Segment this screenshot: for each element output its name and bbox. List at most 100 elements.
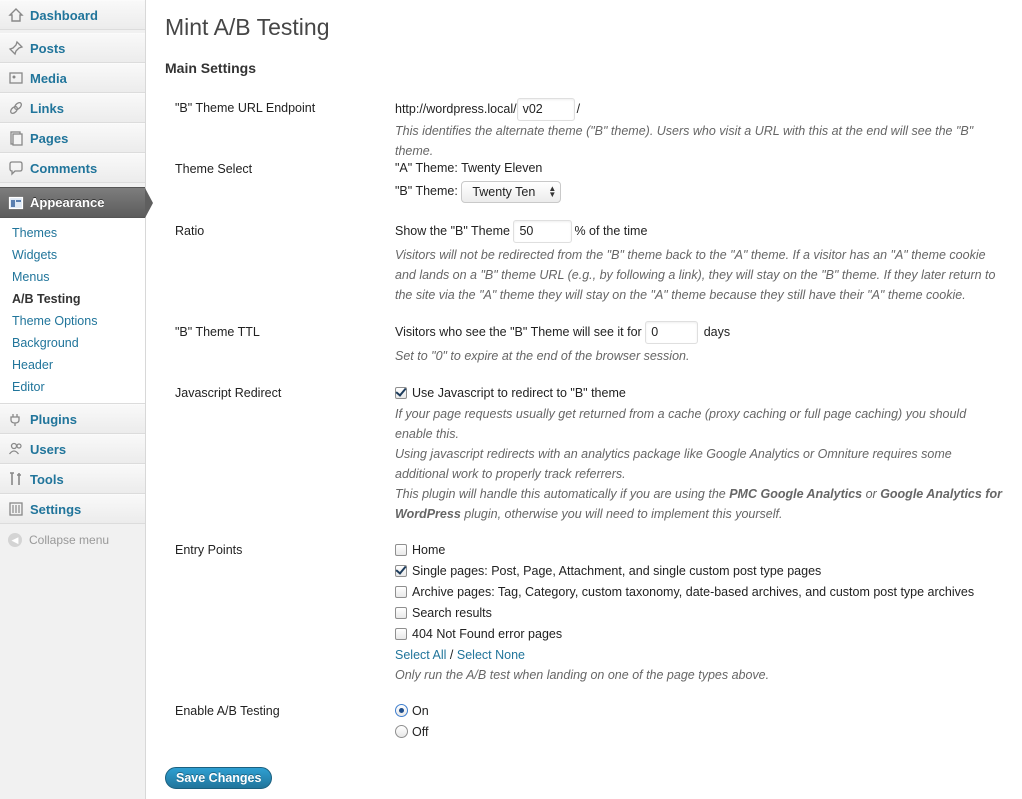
entry-checkbox[interactable] [395, 543, 407, 556]
submenu-menus[interactable]: Menus [0, 266, 145, 288]
menu-appearance[interactable]: Appearance [0, 187, 153, 218]
js-redirect-checkbox[interactable] [395, 386, 407, 399]
enable-off-radio[interactable] [395, 725, 408, 739]
menu-tools-label: Tools [30, 471, 64, 487]
dashboard-icon [8, 7, 24, 23]
ratio-label: Ratio [175, 224, 205, 238]
submenu-editor[interactable]: Editor [0, 376, 145, 398]
comment-bubble-icon [8, 160, 24, 176]
enable-option-on[interactable]: On [395, 701, 1005, 722]
menu-pages[interactable]: Pages [0, 123, 145, 153]
js-redirect-desc-plugin: This plugin will handle this automatical… [395, 484, 1005, 524]
enable-option-off[interactable]: Off [395, 722, 1005, 743]
js-redirect-option[interactable]: Use Javascript to redirect to "B" theme [395, 383, 1005, 404]
submenu-header[interactable]: Header [0, 354, 145, 376]
menu-links[interactable]: Links [0, 93, 145, 123]
menu-dashboard-label: Dashboard [30, 7, 98, 23]
entry-points-field: Home Single pages: Post, Page, Attachmen… [395, 540, 1005, 685]
menu-plugins-label: Plugins [30, 411, 77, 427]
submenu-ab-testing[interactable]: A/B Testing [0, 288, 145, 310]
menu-comments-label: Comments [30, 160, 98, 176]
endpoint-suffix: / [576, 101, 581, 116]
ratio-suffix: % of the time [574, 223, 648, 238]
link-icon [8, 100, 24, 116]
ratio-input[interactable]: 50 [513, 220, 573, 243]
theme-select-label: Theme Select [175, 162, 253, 176]
entry-checkbox[interactable] [395, 585, 407, 598]
entry-option-label: Home [412, 543, 446, 557]
entry-option-single[interactable]: Single pages: Post, Page, Attachment, an… [395, 561, 1005, 582]
menu-pages-label: Pages [30, 130, 69, 146]
admin-sidebar: Dashboard Posts Media Links Pages Commen… [0, 0, 153, 799]
desc-text: or [862, 487, 881, 501]
desc-plugin-name: PMC Google Analytics [729, 487, 863, 501]
entry-option-archive[interactable]: Archive pages: Tag, Category, custom tax… [395, 582, 1005, 603]
collapse-arrow-icon: ◀ [8, 533, 22, 547]
entry-option-label: Single pages: Post, Page, Attachment, an… [412, 564, 822, 578]
entry-checkbox[interactable] [395, 606, 407, 619]
menu-plugins[interactable]: Plugins [0, 404, 145, 434]
theme-select-field: "A" Theme: Twenty Eleven "B" Theme: Twen… [395, 158, 1005, 203]
submenu-widgets[interactable]: Widgets [0, 244, 145, 266]
menu-users-label: Users [30, 441, 67, 457]
endpoint-input[interactable]: v02 [516, 98, 575, 121]
menu-users[interactable]: Users [0, 434, 145, 464]
save-changes-button[interactable]: Save Changes [165, 767, 273, 789]
menu-posts[interactable]: Posts [0, 33, 145, 63]
b-theme-select[interactable]: Twenty Ten ▲ ▼ [461, 180, 562, 203]
select-all-link[interactable]: Select All [395, 648, 446, 662]
enable-label: Enable A/B Testing [175, 704, 280, 718]
page-title: Mint A/B Testing [165, 14, 330, 40]
submenu-background[interactable]: Background [0, 332, 145, 354]
select-none-link[interactable]: Select None [457, 648, 525, 662]
pages-icon [8, 130, 24, 146]
endpoint-description: This identifies the alternate theme ("B"… [395, 124, 974, 158]
js-redirect-checkbox-label: Use Javascript to redirect to "B" theme [412, 386, 626, 400]
js-redirect-desc-analytics: Using javascript redirects with an analy… [395, 447, 952, 481]
ttl-suffix: days [703, 324, 731, 339]
entry-option-label: 404 Not Found error pages [412, 627, 563, 641]
menu-media[interactable]: Media [0, 63, 145, 93]
appearance-submenu: Themes Widgets Menus A/B Testing Theme O… [0, 218, 145, 404]
desc-text: plugin, otherwise you will need to imple… [460, 507, 783, 521]
enable-on-label: On [412, 704, 429, 718]
entry-checkbox[interactable] [395, 627, 407, 640]
media-icon [8, 70, 24, 86]
ratio-prefix: Show the "B" Theme [395, 223, 510, 238]
ttl-prefix: Visitors who see the "B" Theme will see … [395, 324, 642, 339]
menu-settings[interactable]: Settings [0, 494, 145, 524]
a-theme-text: "A" Theme: Twenty Eleven [395, 161, 543, 175]
entry-option-404[interactable]: 404 Not Found error pages [395, 624, 1005, 645]
select-arrows-icon: ▲ ▼ [548, 183, 557, 199]
collapse-menu[interactable]: ◀ Collapse menu [0, 526, 145, 554]
appearance-icon [8, 195, 24, 211]
b-theme-label: "B" Theme: [395, 184, 458, 198]
endpoint-prefix: http://wordpress.local/ [395, 101, 517, 116]
plug-icon [8, 411, 24, 427]
endpoint-field: http://wordpress.local/v02/ This identif… [395, 98, 1005, 161]
menu-comments[interactable]: Comments [0, 153, 145, 183]
submenu-themes[interactable]: Themes [0, 222, 145, 244]
menu-appearance-label: Appearance [30, 195, 105, 210]
entry-option-home[interactable]: Home [395, 540, 1005, 561]
endpoint-label: "B" Theme URL Endpoint [175, 101, 316, 115]
ratio-description: Visitors will not be redirected from the… [395, 248, 996, 302]
menu-tools[interactable]: Tools [0, 464, 145, 494]
entry-option-search[interactable]: Search results [395, 603, 1005, 624]
settings-icon [8, 501, 24, 517]
entry-option-label: Archive pages: Tag, Category, custom tax… [412, 585, 975, 599]
menu-dashboard[interactable]: Dashboard [0, 0, 145, 30]
menu-posts-label: Posts [30, 40, 66, 56]
enable-on-radio[interactable] [395, 704, 408, 718]
menu-settings-label: Settings [30, 501, 82, 517]
entry-checkbox[interactable] [395, 564, 407, 577]
ttl-field: Visitors who see the "B" Theme will see … [395, 321, 1005, 366]
b-theme-select-value: Twenty Ten [472, 184, 536, 199]
tools-icon [8, 471, 24, 487]
ttl-label: "B" Theme TTL [175, 325, 260, 339]
desc-text: This plugin will handle this automatical… [395, 487, 730, 501]
submenu-theme-options[interactable]: Theme Options [0, 310, 145, 332]
ttl-input[interactable]: 0 [645, 321, 699, 344]
link-separator: / [449, 648, 454, 662]
menu-links-label: Links [30, 100, 64, 116]
